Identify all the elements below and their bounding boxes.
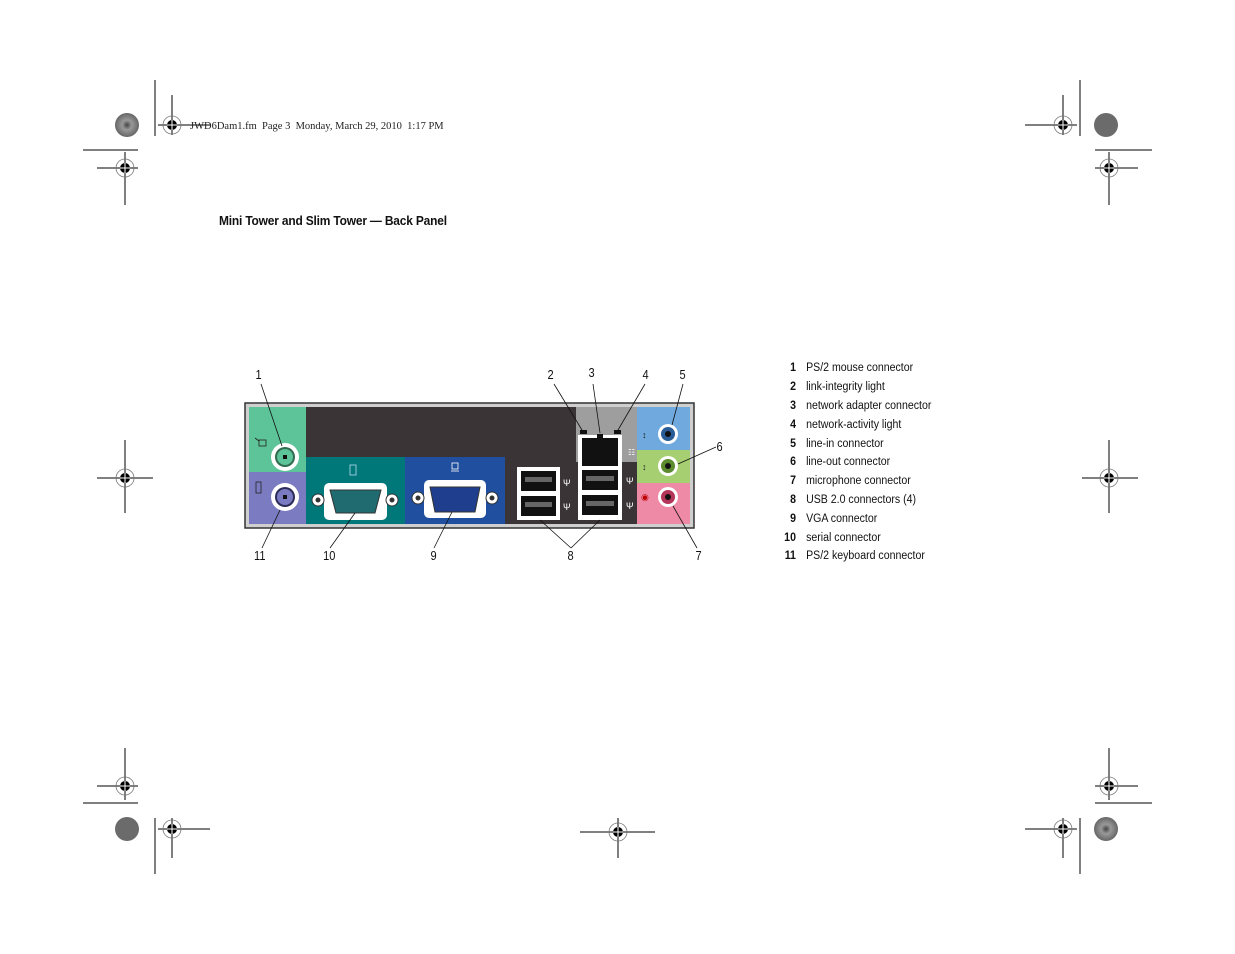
serial-port[interactable] — [311, 483, 399, 520]
link-integrity-light — [580, 430, 587, 434]
legend-item: 7 microphone connector — [790, 475, 911, 488]
callout-1: 1 — [255, 367, 262, 382]
callout-3: 3 — [588, 365, 595, 380]
callout-9: 9 — [430, 548, 437, 563]
callout-8: 8 — [567, 548, 574, 563]
network-icon: ☷ — [628, 448, 635, 457]
ps2-mouse-port[interactable] — [271, 443, 299, 471]
legend-item: 4 network-activity light — [790, 418, 902, 431]
usb-icon: Ψ — [563, 478, 571, 488]
legend-item: 3 network adapter connector — [790, 399, 932, 412]
back-panel-figure: ☷ Ψ Ψ Ψ Ψ ↕ ↕ ◉ — [244, 383, 717, 549]
microphone-jack[interactable] — [658, 487, 678, 507]
callout-7: 7 — [695, 548, 702, 563]
callout-4: 4 — [642, 367, 649, 382]
legend-item: 5 line-in connector — [790, 437, 884, 450]
legend-item: 6 line-out connector — [790, 456, 891, 469]
usb-icon: Ψ — [563, 502, 571, 512]
line-in-icon: ↕ — [642, 430, 647, 440]
callout-11: 11 — [254, 548, 266, 563]
usb-icon: Ψ — [626, 476, 634, 486]
network-activity-light — [614, 430, 621, 434]
legend-item: 9 VGA connector — [790, 512, 878, 525]
usb-stack-left — [517, 467, 560, 520]
ps2-keyboard-port[interactable] — [271, 483, 299, 511]
legend-item: 2 link-integrity light — [790, 381, 885, 394]
legend-item: 10 serial connector — [784, 531, 881, 544]
line-out-jack[interactable] — [658, 456, 678, 476]
vga-port[interactable] — [411, 480, 499, 518]
line-out-icon: ↕ — [642, 462, 647, 472]
microphone-icon: ◉ — [641, 492, 649, 502]
callout-10: 10 — [323, 548, 336, 563]
usb-icon: Ψ — [626, 501, 634, 511]
line-in-jack[interactable] — [658, 424, 678, 444]
legend-item: 1 PS/2 mouse connector — [790, 362, 914, 375]
legend-item: 8 USB 2.0 connectors (4) — [790, 493, 917, 506]
callout-6: 6 — [716, 439, 723, 454]
callout-5: 5 — [679, 367, 686, 382]
connector-legend: 1 PS/2 mouse connector 2 link-integrity li… — [784, 359, 931, 566]
callout-2: 2 — [547, 367, 554, 382]
legend-item: 11 PS/2 keyboard connector — [784, 550, 925, 563]
